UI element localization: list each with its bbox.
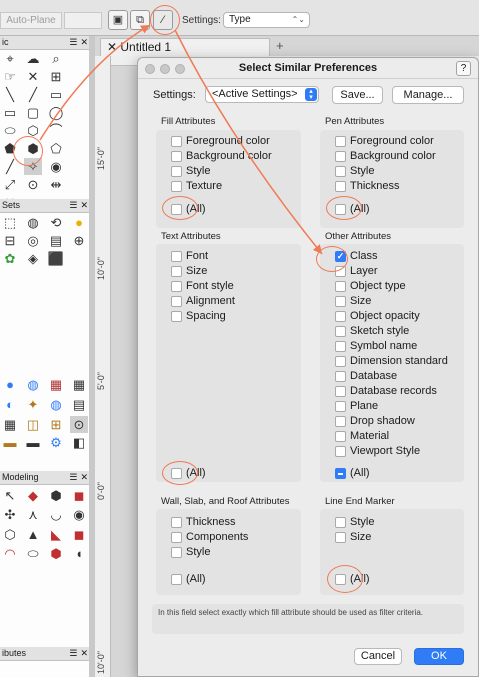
annotation-arrows: [39, 24, 323, 255]
annotation-arrow: [174, 29, 323, 255]
annotation-arrow: [39, 24, 151, 141]
